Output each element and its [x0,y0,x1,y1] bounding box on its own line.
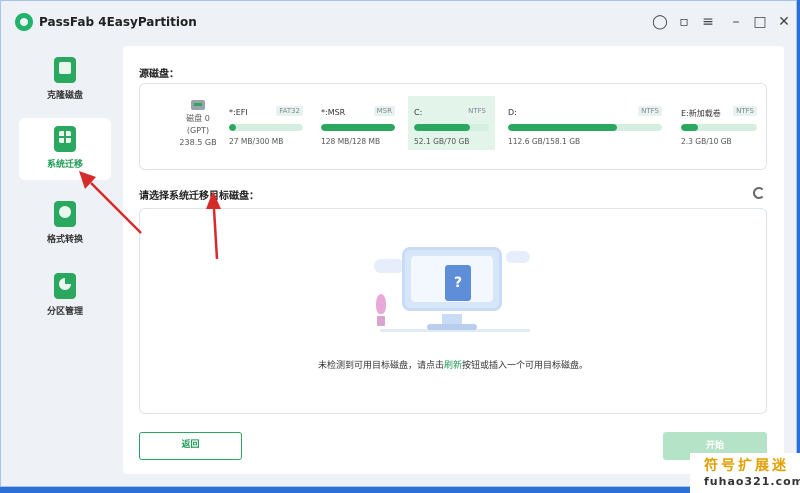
arrow-to-sidebar [79,171,142,234]
app-window: PassFab 4EasyPartition ◯ ▫ ≡ – □ ✕ 克隆磁盘 … [0,0,797,487]
annotation-arrows [79,171,221,260]
watermark-en: fuhao321.com [704,475,800,488]
arrow-to-target-label [206,191,221,260]
watermark-cn: 符号扩展迷 [704,458,789,474]
watermark: 符号扩展迷 fuhao321.com [690,453,800,493]
